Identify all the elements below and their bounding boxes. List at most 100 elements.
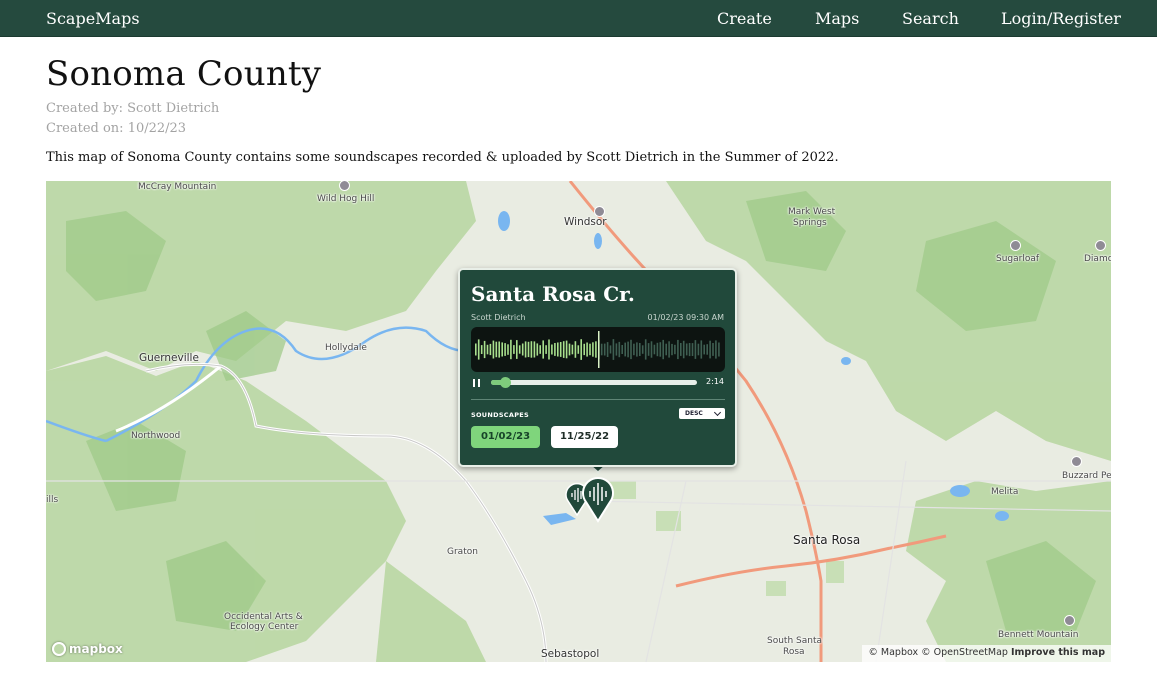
nav-search[interactable]: Search xyxy=(902,9,959,28)
waveform-bar xyxy=(674,344,676,355)
place-occidental-2: Ecology Center xyxy=(230,622,299,632)
top-navbar: ScapeMaps Create Maps Search Login/Regis… xyxy=(0,0,1157,37)
peak-icon xyxy=(1095,240,1106,251)
waveform-bar xyxy=(600,343,603,356)
mapbox-label: mapbox xyxy=(69,642,123,656)
duration-label: 2:14 xyxy=(706,377,724,386)
waveform-bar xyxy=(682,340,685,359)
waveform-bar xyxy=(703,344,705,355)
chevron-down-icon xyxy=(713,408,722,417)
map-description: This map of Sonoma County contains some … xyxy=(46,150,839,165)
waveform-bar xyxy=(603,343,606,356)
place-graton: Graton xyxy=(447,547,478,557)
waveform-bar xyxy=(639,343,641,356)
waveform-bar xyxy=(504,343,506,356)
place-hollydale: Hollydale xyxy=(325,343,367,353)
waveform-bar xyxy=(477,339,480,360)
map-canvas[interactable]: McCray Mountain Wild Hog Hill Windsor Ma… xyxy=(46,181,1111,662)
waveform-bar xyxy=(562,341,565,358)
soundscapes-label: SOUNDSCAPES xyxy=(471,411,529,419)
place-hills: ills xyxy=(46,495,59,505)
waveform-bar xyxy=(694,340,697,359)
waveform-bar xyxy=(589,343,591,356)
waveform-bar xyxy=(688,343,691,357)
page-title: Sonoma County xyxy=(46,54,322,94)
soundscape-chip[interactable]: 11/25/22 xyxy=(551,426,618,448)
sort-dropdown[interactable]: DESC xyxy=(679,408,725,419)
popup-divider xyxy=(471,399,725,400)
waveform-bar xyxy=(650,341,653,358)
progress-knob[interactable] xyxy=(500,377,512,388)
waveform-bar xyxy=(548,339,550,360)
waveform-bar xyxy=(583,343,585,356)
nav-login-register[interactable]: Login/Register xyxy=(1001,9,1121,28)
waveform-bar xyxy=(483,340,486,359)
brand-logo[interactable]: ScapeMaps xyxy=(46,9,140,28)
waveform-bar xyxy=(636,342,638,357)
waveform-bar xyxy=(518,345,521,354)
peak-icon xyxy=(1010,240,1021,251)
waveform-bar xyxy=(627,341,629,358)
waveform-bar xyxy=(516,340,518,359)
waveform-bar xyxy=(551,344,553,355)
attribution-text[interactable]: © Mapbox © OpenStreetMap xyxy=(868,647,1008,658)
waveform-bar xyxy=(718,342,720,357)
soundscape-popup: Santa Rosa Cr. Scott Dietrich 01/02/23 0… xyxy=(458,268,737,467)
waveform-bar xyxy=(580,339,582,360)
waveform-bar xyxy=(574,341,577,358)
waveform-bar xyxy=(677,339,679,360)
soundscape-marker-active[interactable] xyxy=(581,475,615,523)
waveform-bar xyxy=(495,341,498,358)
waveform-bar xyxy=(568,343,571,356)
place-northwood: Northwood xyxy=(131,431,181,441)
waveform-bar xyxy=(527,341,530,358)
waveform-bar xyxy=(510,339,512,360)
waveform-bar xyxy=(659,342,662,357)
soundscape-chip-active[interactable]: 01/02/23 xyxy=(471,426,540,448)
waveform[interactable] xyxy=(471,327,725,372)
waveform-bar xyxy=(641,345,644,354)
nav-maps[interactable]: Maps xyxy=(815,9,859,28)
place-wild-hog-hill: Wild Hog Hill xyxy=(317,194,375,204)
nav-create[interactable]: Create xyxy=(717,9,772,28)
waveform-bar xyxy=(507,344,509,355)
waveform-bar xyxy=(595,341,597,358)
popup-title: Santa Rosa Cr. xyxy=(471,282,635,306)
waveform-bar xyxy=(671,343,673,356)
peak-icon xyxy=(1064,615,1075,626)
waveform-bar xyxy=(700,340,703,359)
created-by: Created by: Scott Dietrich xyxy=(46,101,220,116)
waveform-bar xyxy=(712,343,714,356)
place-sebastopol: Sebastopol xyxy=(541,648,600,660)
mapbox-logo[interactable]: mapbox xyxy=(52,642,123,656)
waveform-graphic xyxy=(475,331,720,368)
waveform-bar xyxy=(668,341,670,358)
waveform-bar xyxy=(577,345,580,354)
waveform-bar xyxy=(618,341,621,358)
waveform-bar xyxy=(571,344,574,355)
place-santa-rosa: Santa Rosa xyxy=(793,533,861,547)
waveform-bar xyxy=(706,344,708,355)
waveform-playhead xyxy=(598,331,600,368)
waveform-bar xyxy=(680,343,682,356)
progress-bar[interactable] xyxy=(491,377,697,388)
pause-icon[interactable] xyxy=(472,378,482,388)
waveform-bar xyxy=(691,343,694,356)
waveform-bar xyxy=(697,343,700,356)
place-sugarloaf: Sugarloaf xyxy=(996,254,1040,264)
waveform-bar xyxy=(656,342,659,357)
waveform-bar xyxy=(609,345,612,354)
waveform-bar xyxy=(475,343,477,356)
place-bennett-mountain: Bennett Mountain xyxy=(998,630,1079,640)
waveform-bar xyxy=(492,340,495,359)
waveform-bar xyxy=(545,345,547,354)
waveform-bar xyxy=(644,339,647,360)
place-melita: Melita xyxy=(991,487,1019,497)
waveform-bar xyxy=(592,342,594,357)
improve-map-link[interactable]: Improve this map xyxy=(1011,647,1105,658)
waveform-bar xyxy=(513,345,515,354)
waveform-bar xyxy=(489,343,492,356)
waveform-bar xyxy=(524,341,527,358)
peak-icon xyxy=(1071,456,1082,467)
waveform-bar xyxy=(665,343,667,356)
